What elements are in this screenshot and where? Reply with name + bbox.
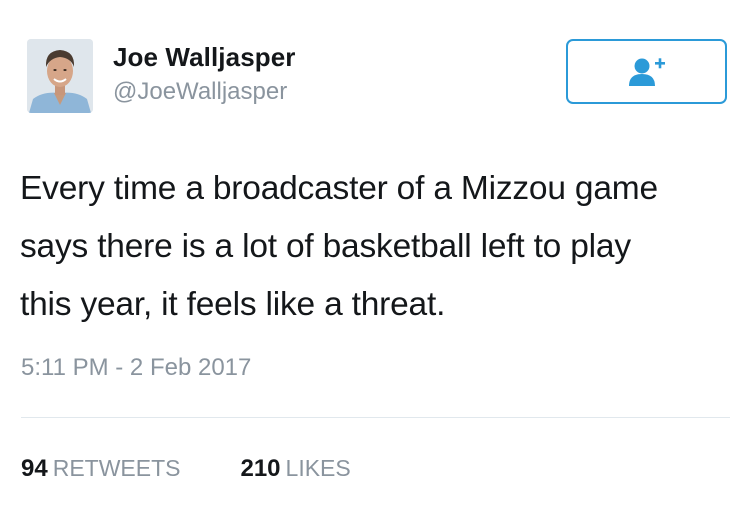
user-handle[interactable]: @JoeWalljasper <box>113 78 287 106</box>
tweet-text-line: Every time a broadcaster of a Mizzou gam… <box>20 170 658 207</box>
tweet-card: Joe Walljasper @JoeWalljasper Every time… <box>0 0 750 517</box>
avatar[interactable] <box>27 39 93 113</box>
tweet-text: Every time a broadcaster of a Mizzou gam… <box>20 160 735 334</box>
likes-count: 210 <box>240 455 281 482</box>
timestamp[interactable]: 5:11 PM - 2 Feb 2017 <box>21 354 251 382</box>
retweets-label: RETWEETS <box>52 455 181 481</box>
divider <box>21 417 730 418</box>
likes-label: LIKES <box>285 455 351 481</box>
tweet-text-line: this year, it feels like a threat. <box>20 286 446 323</box>
tweet-text-line: says there is a lot of basketball left t… <box>20 228 631 265</box>
profile-photo-icon <box>27 39 93 113</box>
retweets-count: 94 <box>21 455 48 482</box>
display-name[interactable]: Joe Walljasper <box>113 42 296 73</box>
follow-button[interactable] <box>566 39 727 104</box>
add-user-icon <box>628 57 665 86</box>
tweet-stats: 94 RETWEETS 210 LIKES <box>21 455 351 483</box>
likes-stat[interactable]: 210 LIKES <box>240 455 350 483</box>
retweets-stat[interactable]: 94 RETWEETS <box>21 455 180 483</box>
